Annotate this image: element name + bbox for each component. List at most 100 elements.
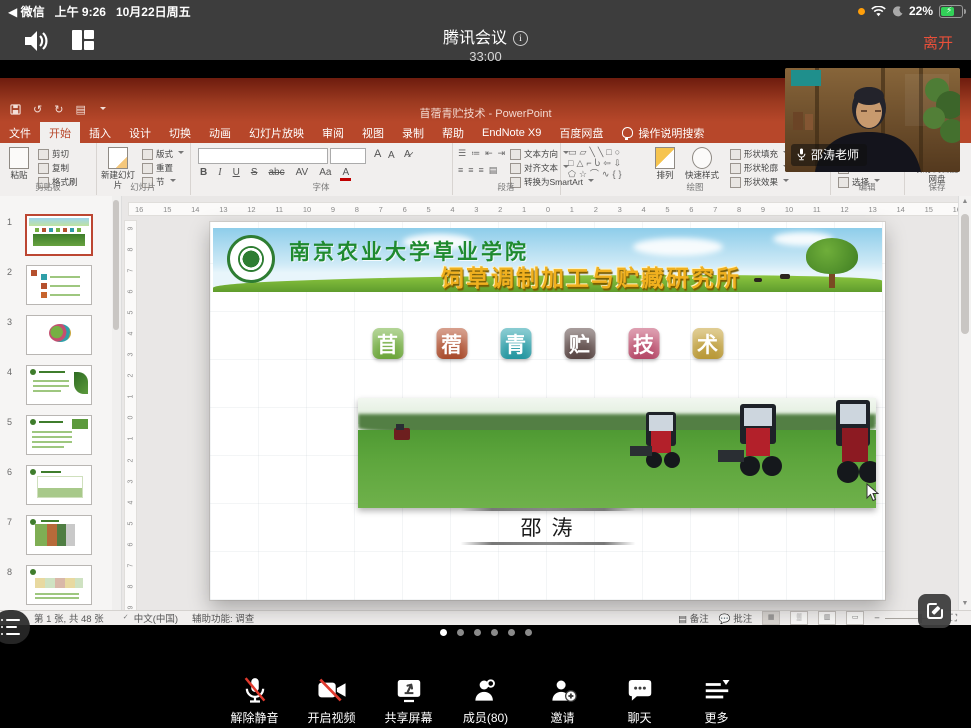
ruler-tick: 3: [127, 353, 134, 357]
meeting-info-icon[interactable]: i: [513, 31, 528, 46]
ruler-tick: 2: [127, 374, 134, 378]
group-slides: 新建幻灯片 版式重置节 幻灯片: [96, 143, 191, 195]
page-dot-2: [474, 629, 481, 636]
ribbon-item-clipboard_items-1[interactable]: 复制: [38, 162, 78, 174]
slide-canvas[interactable]: 南京农业大学草业学院 饲草调制加工与贮藏研究所 苜蓿青贮技术: [210, 222, 885, 600]
ruler-tick: 2: [498, 205, 502, 214]
font-button-7[interactable]: A: [340, 167, 351, 181]
slide-thumbnail-3[interactable]: 3: [0, 315, 112, 359]
speaker-name-tag: 邵涛老师: [791, 144, 867, 166]
zoom-out-button[interactable]: −: [874, 613, 880, 624]
ruler-tick: 0: [546, 205, 550, 214]
slideshow-view-button[interactable]: ▭: [846, 611, 864, 625]
title-char-tile-1: 蓿: [436, 328, 467, 359]
ribbon-item-drawing_items-0[interactable]: 形状填充: [730, 148, 789, 160]
page-dot-3: [491, 629, 498, 636]
thumbnail-preview: [26, 315, 92, 355]
font-button-1[interactable]: I: [216, 167, 223, 178]
annotate-button[interactable]: [918, 594, 951, 628]
ribbon-tab-9[interactable]: 录制: [393, 122, 433, 143]
list-buttons[interactable]: ☰≔⇤⇥⇅: [458, 148, 518, 159]
leave-meeting-button[interactable]: 离开: [923, 32, 953, 53]
align-buttons[interactable]: ≡≡≡▤: [458, 165, 497, 176]
ribbon-tab-8[interactable]: 视图: [353, 122, 393, 143]
share-screen-icon: [378, 655, 439, 705]
ppt-status-bar: 第 1 张, 共 48 张 ✓ 中文(中国) 辅助功能: 调查 ▤ 备注 💬 批…: [0, 610, 971, 625]
group-paragraph: ☰≔⇤⇥⇅ ≡≡≡▤ 文本方向对齐文本转换为SmartArt 段落: [452, 143, 561, 195]
ribbon-tab-6[interactable]: 幻灯片放映: [240, 122, 313, 143]
toolbar-share-screen-button[interactable]: 共享屏幕: [378, 655, 439, 728]
ribbon-tab-1[interactable]: 开始: [40, 122, 80, 143]
font-size-box[interactable]: [330, 148, 366, 164]
toolbar-mic-muted-button[interactable]: 解除静音: [224, 655, 285, 728]
spellcheck-icon[interactable]: ✓: [118, 612, 134, 624]
ruler-tick: 14: [191, 205, 199, 214]
toolbar-invite-button[interactable]: 邀请: [532, 655, 593, 728]
paste-button[interactable]: 粘贴: [6, 147, 32, 181]
ruler-tick: 8: [127, 248, 134, 252]
font-button-3[interactable]: S: [249, 167, 260, 178]
slide-thumbnail-5[interactable]: 5: [0, 415, 112, 459]
ribbon-tab-2[interactable]: 插入: [80, 122, 120, 143]
toolbar-chat-button[interactable]: 聊天: [609, 655, 670, 728]
ruler-tick: 6: [127, 290, 134, 294]
slide-thumbnail-4[interactable]: 4: [0, 365, 112, 409]
shrink-font-icon[interactable]: A: [386, 150, 397, 161]
slide-number: 1: [7, 217, 12, 227]
thumbnail-preview: [26, 565, 92, 605]
shapes-gallery[interactable]: ▭▱╲╲□○ □△⌐Ⴑ⇦⇩ ⬠☆⌒∿{}: [568, 147, 622, 179]
ruler-tick: 3: [474, 205, 478, 214]
mic-icon: [797, 148, 806, 161]
meeting-menu-fab[interactable]: [0, 610, 30, 644]
ribbon-tab-3[interactable]: 设计: [120, 122, 160, 143]
ruler-tick: 1: [127, 437, 134, 441]
back-to-app[interactable]: ◀ 微信: [8, 3, 45, 20]
ribbon-tab-4[interactable]: 切换: [160, 122, 200, 143]
accessibility-status[interactable]: 辅助功能: 调查: [192, 611, 254, 625]
ribbon-tab-12[interactable]: 百度网盘: [550, 122, 612, 143]
font-button-4[interactable]: abc: [266, 167, 286, 178]
ribbon-item-drawing_items-1[interactable]: 形状轮廓: [730, 162, 789, 174]
slide-thumbnail-2[interactable]: 2: [0, 265, 112, 309]
font-button-6[interactable]: Aa: [317, 167, 333, 178]
lightbulb-icon: [622, 127, 633, 138]
font-button-5[interactable]: AV: [294, 167, 311, 178]
ribbon-tab-5[interactable]: 动画: [200, 122, 240, 143]
grow-font-icon[interactable]: A: [372, 148, 383, 160]
toolbar-camera-off-button[interactable]: 开启视频: [301, 655, 362, 728]
ruler-tick: 6: [689, 205, 693, 214]
quick-styles-button[interactable]: 快速样式: [684, 147, 720, 181]
slide-thumbnail-6[interactable]: 6: [0, 465, 112, 509]
toolbar-more-button[interactable]: 更多: [686, 655, 747, 728]
slide-thumbnail-8[interactable]: 8: [0, 565, 112, 609]
ruler-tick: 9: [127, 227, 134, 231]
notes-toggle[interactable]: ▤ 备注: [678, 611, 709, 625]
mic-muted-icon: [224, 655, 285, 705]
reading-view-button[interactable]: ▥: [818, 611, 836, 625]
font-button-2[interactable]: U: [231, 167, 242, 178]
font-name-box[interactable]: [198, 148, 328, 164]
language-status[interactable]: 中文(中国): [134, 611, 178, 625]
clear-format-icon[interactable]: A̷: [402, 149, 413, 160]
tell-me-search[interactable]: 操作说明搜索: [612, 122, 714, 143]
slide-thumbnail-1[interactable]: 1: [0, 215, 112, 259]
ribbon-tab-11[interactable]: EndNote X9: [473, 122, 550, 143]
ribbon-item-slide_items-0[interactable]: 版式: [142, 148, 184, 160]
meeting-toolbar: 解除静音开启视频共享屏幕成员(80) 邀请聊天更多: [0, 655, 971, 728]
sorter-view-button[interactable]: ▒: [790, 611, 808, 625]
comments-toggle[interactable]: 💬 批注: [719, 611, 752, 625]
toolbar-members-button[interactable]: 成员(80): [455, 655, 516, 728]
ribbon-tab-7[interactable]: 审阅: [313, 122, 353, 143]
canvas-scrollbar[interactable]: ▲ ▼: [958, 196, 971, 610]
slide-thumbnail-7[interactable]: 7: [0, 515, 112, 559]
thumbnail-scrollbar[interactable]: [112, 196, 122, 610]
fit-slide-button[interactable]: ⛶: [950, 613, 957, 624]
ribbon-tab-0[interactable]: 文件: [0, 122, 40, 143]
speaker-video-tile[interactable]: 邵涛老师: [785, 68, 960, 172]
ribbon-tab-10[interactable]: 帮助: [433, 122, 473, 143]
normal-view-button[interactable]: ▦: [762, 611, 780, 625]
ribbon-item-slide_items-1[interactable]: 重置: [142, 162, 184, 174]
ribbon-item-clipboard_items-0[interactable]: 剪切: [38, 148, 78, 160]
arrange-button[interactable]: 排列: [652, 147, 678, 181]
font-button-0[interactable]: B: [198, 167, 209, 178]
